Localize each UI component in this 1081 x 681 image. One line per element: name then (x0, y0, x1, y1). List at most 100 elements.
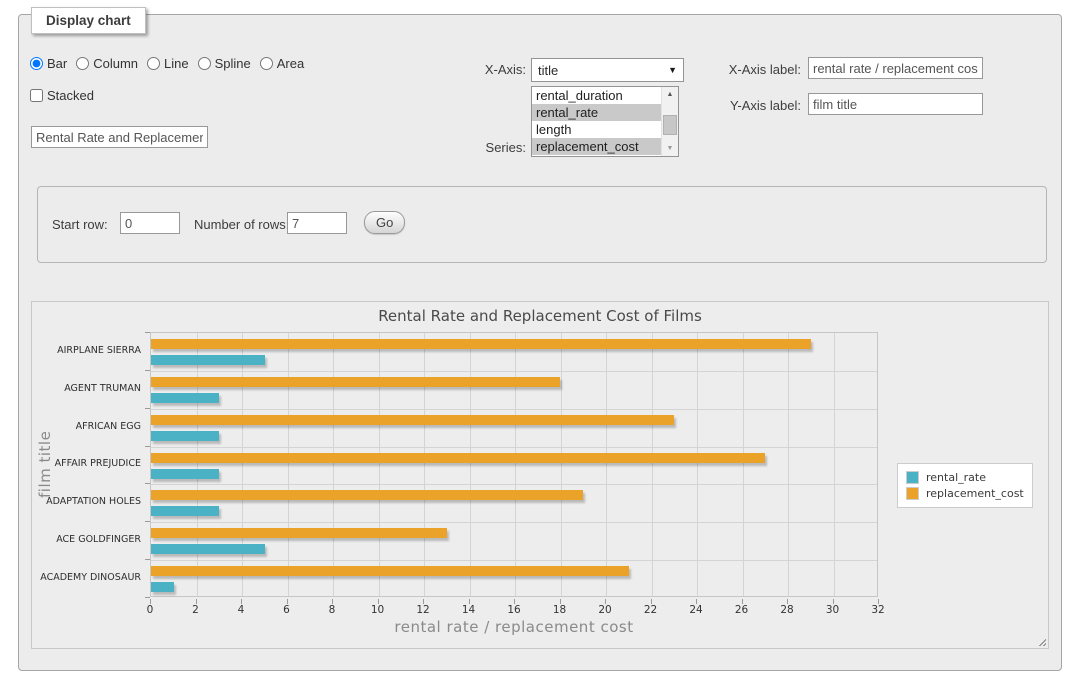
start-row-input[interactable] (120, 212, 180, 234)
x-tick-label: 12 (408, 604, 438, 616)
bar-replacement-cost (151, 377, 560, 387)
x-tick-label: 14 (454, 604, 484, 616)
row-range-panel: Start row: Number of rows: Go (37, 186, 1047, 263)
series-scrollbar[interactable]: ▲ ▼ (661, 87, 678, 156)
chart-type-line[interactable]: Line (147, 56, 189, 71)
chart-title: Rental Rate and Replacement Cost of Film… (32, 307, 1048, 325)
category-label: ADAPTATION HOLES (32, 496, 141, 508)
bar-rental-rate (151, 469, 219, 479)
gridline-h (151, 409, 877, 410)
legend-label: replacement_cost (926, 487, 1024, 500)
x-axis-select[interactable]: title ▼ (531, 58, 684, 82)
gridline-h (151, 522, 877, 523)
gridline-v (515, 333, 516, 596)
y-axis-tick (145, 446, 150, 447)
y-axis-tick (145, 597, 150, 598)
chart-type-radio-bar[interactable] (30, 57, 43, 70)
gridline-v (288, 333, 289, 596)
stacked-option[interactable]: Stacked (30, 88, 94, 103)
bar-rental-rate (151, 355, 265, 365)
chart-type-options: Bar Column Line Spline Area (30, 56, 313, 71)
gridline-v (197, 333, 198, 596)
gridline-h (151, 447, 877, 448)
go-button[interactable]: Go (364, 211, 405, 234)
x-tick-label: 4 (226, 604, 256, 616)
gridline-v (470, 333, 471, 596)
num-rows-label: Number of rows: (194, 217, 289, 232)
scroll-down-icon[interactable]: ▼ (662, 141, 678, 156)
series-option-rental_duration[interactable]: rental_duration (532, 87, 661, 104)
plot-area (150, 332, 878, 597)
bar-rental-rate (151, 582, 174, 592)
x-tick-label: 20 (590, 604, 620, 616)
bar-rental-rate (151, 393, 219, 403)
category-label: ACE GOLDFINGER (32, 534, 141, 546)
rental_rate-swatch (906, 471, 919, 484)
y-axis-tick (145, 408, 150, 409)
category-label: AFRICAN EGG (32, 421, 141, 433)
scrollbar-thumb[interactable] (663, 115, 677, 135)
gridline-v (379, 333, 380, 596)
chart-type-radio-column[interactable] (76, 57, 89, 70)
scroll-up-icon[interactable]: ▲ (662, 87, 678, 102)
bar-replacement-cost (151, 339, 811, 349)
gridline-h (151, 484, 877, 485)
x-tick-label: 30 (818, 604, 848, 616)
x-tick-label: 22 (636, 604, 666, 616)
gridline-v (788, 333, 789, 596)
y-axis-tick (145, 483, 150, 484)
series-option-rental_rate[interactable]: rental_rate (532, 104, 661, 121)
chart-type-spline[interactable]: Spline (198, 56, 251, 71)
chart-type-radio-line[interactable] (147, 57, 160, 70)
chart-type-radio-spline[interactable] (198, 57, 211, 70)
category-label: AFFAIR PREJUDICE (32, 458, 141, 470)
category-label: AGENT TRUMAN (32, 383, 141, 395)
chart-type-column[interactable]: Column (76, 56, 138, 71)
chart-type-bar[interactable]: Bar (30, 56, 67, 71)
chart-type-area[interactable]: Area (260, 56, 304, 71)
gridline-v (424, 333, 425, 596)
stacked-checkbox[interactable] (30, 89, 43, 102)
replacement_cost-swatch (906, 487, 919, 500)
chart-area: Rental Rate and Replacement Cost of Film… (31, 301, 1049, 649)
x-axis-select-label: X-Axis: (431, 62, 526, 77)
series-option-length[interactable]: length (532, 121, 661, 138)
y-axis-label-input[interactable] (808, 93, 983, 115)
gridline-h (151, 560, 877, 561)
x-axis-selected-value: title (538, 63, 558, 78)
x-axis-label-input[interactable] (808, 57, 983, 79)
y-axis-tick (145, 559, 150, 560)
y-axis-label-text: Y-Axis label: (699, 98, 801, 113)
x-tick-label: 28 (772, 604, 802, 616)
chart-title-input[interactable] (31, 126, 208, 148)
gridline-v (652, 333, 653, 596)
chart-type-label: Spline (215, 56, 251, 71)
panel-title: Display chart (31, 7, 146, 34)
bar-replacement-cost (151, 528, 447, 538)
gridline-v (242, 333, 243, 596)
y-axis-tick (145, 521, 150, 522)
series-option-replacement_cost[interactable]: replacement_cost (532, 138, 661, 155)
x-axis-title: rental rate / replacement cost (150, 618, 878, 636)
x-tick-label: 18 (545, 604, 575, 616)
num-rows-input[interactable] (287, 212, 347, 234)
bar-rental-rate (151, 544, 265, 554)
display-chart-panel: Display chart BarColumnLineSplineArea St… (18, 14, 1062, 671)
gridline-v (333, 333, 334, 596)
chart-type-radio-area[interactable] (260, 57, 273, 70)
category-label: ACADEMY DINOSAUR (32, 572, 141, 584)
bar-replacement-cost (151, 566, 629, 576)
chart-type-label: Area (277, 56, 304, 71)
stacked-label: Stacked (47, 88, 94, 103)
x-tick-label: 6 (272, 604, 302, 616)
gridline-v (697, 333, 698, 596)
x-tick-label: 0 (135, 604, 165, 616)
gridline-v (606, 333, 607, 596)
bar-replacement-cost (151, 453, 765, 463)
y-axis-tick (145, 332, 150, 333)
start-row-label: Start row: (52, 217, 108, 232)
chevron-down-icon: ▼ (668, 65, 677, 75)
series-listbox-options: rental_durationrental_ratelengthreplacem… (532, 87, 661, 156)
resize-handle-icon[interactable] (1036, 636, 1046, 646)
series-listbox[interactable]: rental_durationrental_ratelengthreplacem… (531, 86, 679, 157)
